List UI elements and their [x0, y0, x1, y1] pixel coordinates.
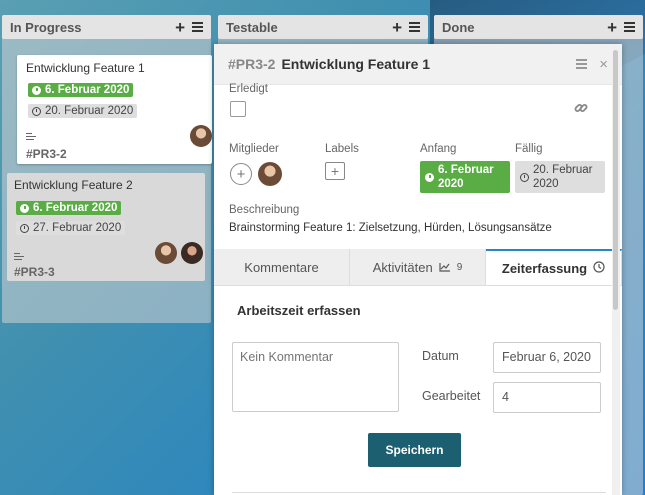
card-title: Entwicklung Feature 1 [26, 61, 145, 75]
date-input[interactable]: Februar 6, 2020 [493, 342, 601, 373]
add-member-button[interactable]: + [230, 163, 252, 185]
tab-comments[interactable]: Kommentare [214, 249, 350, 285]
done-checkbox[interactable] [230, 101, 246, 117]
description-icon [26, 131, 36, 142]
list-header: Testable + [218, 15, 428, 39]
description-icon [14, 251, 24, 262]
list-menu-icon[interactable] [192, 20, 203, 34]
tab-label: Kommentare [244, 259, 319, 275]
save-button-label: Speichern [385, 443, 444, 457]
comment-textarea[interactable] [232, 342, 399, 412]
clock-icon [32, 106, 41, 116]
tab-label: Aktivitäten [372, 259, 433, 275]
card-detail-id: #PR3-2 [228, 56, 276, 72]
start-date-badge: 6. Februar 2020 [16, 201, 122, 215]
clock-icon [593, 260, 605, 276]
card-pr3-2[interactable]: Entwicklung Feature 1 6. Februar 2020 20… [17, 55, 212, 164]
start-date-text: 6. Februar 2020 [45, 84, 130, 96]
clock-icon [20, 223, 29, 233]
card-detail-panel: #PR3-2 Entwicklung Feature 1 × Erledigt … [214, 44, 622, 495]
start-date-value: 6. Februar 2020 [438, 164, 494, 190]
add-label-button[interactable]: + [325, 162, 345, 180]
done-label: Erledigt [229, 83, 268, 95]
member-avatar [190, 125, 212, 147]
card-detail-title[interactable]: Entwicklung Feature 1 [281, 56, 430, 72]
date-input-value: Februar 6, 2020 [502, 350, 591, 364]
date-label: Datum [422, 349, 459, 363]
worked-input-value: 4 [502, 390, 509, 404]
time-tracking-heading: Arbeitszeit erfassen [237, 303, 361, 318]
card-title: Entwicklung Feature 2 [14, 178, 133, 192]
add-card-icon[interactable]: + [175, 19, 185, 36]
tab-activities[interactable]: Aktivitäten 9 [350, 249, 486, 285]
due-date-text: 20. Februar 2020 [45, 105, 134, 117]
link-icon[interactable] [573, 100, 589, 119]
card-id: #PR3-2 [26, 147, 67, 161]
start-date-text: 6. Februar 2020 [33, 202, 118, 214]
list-title: In Progress [10, 19, 82, 35]
list-title: Done [442, 19, 475, 35]
labels-label: Labels [325, 143, 359, 155]
member-avatar [155, 242, 177, 264]
due-date-badge: 27. Februar 2020 [16, 221, 126, 235]
description-label: Beschreibung [229, 204, 300, 216]
tab-label: Zeiterfassung [501, 260, 588, 276]
add-card-icon[interactable]: + [392, 19, 402, 36]
close-icon[interactable]: × [599, 56, 608, 73]
clock-icon [32, 85, 41, 95]
chart-icon [439, 260, 451, 275]
due-date-value: 20. Februar 2020 [533, 164, 593, 190]
add-card-icon[interactable]: + [607, 19, 617, 36]
member-avatar [181, 242, 203, 264]
scrollbar-thumb[interactable] [613, 50, 618, 310]
save-button[interactable]: Speichern [368, 433, 461, 467]
list-title: Testable [226, 19, 278, 35]
divider [232, 492, 606, 493]
card-menu-icon[interactable] [576, 57, 588, 71]
worked-label: Gearbeitet [422, 389, 481, 403]
card-id: #PR3-3 [14, 265, 55, 279]
start-label: Anfang [420, 143, 457, 155]
due-date-badge: 20. Februar 2020 [28, 104, 138, 118]
list-header: In Progress + [2, 15, 211, 39]
members-label: Mitglieder [229, 143, 279, 155]
due-date-button[interactable]: 20. Februar 2020 [515, 161, 605, 193]
activities-count: 9 [456, 261, 463, 273]
list-header: Done + [434, 15, 643, 39]
due-label: Fällig [515, 143, 543, 155]
member-avatar[interactable] [258, 162, 282, 186]
card-detail-header: #PR3-2 Entwicklung Feature 1 × [214, 44, 622, 85]
list-menu-icon[interactable] [409, 20, 420, 34]
tab-time-tracking[interactable]: Zeiterfassung [486, 249, 622, 285]
description-text[interactable]: Brainstorming Feature 1: Zielsetzung, Hü… [229, 222, 552, 234]
panel-scrollbar[interactable] [612, 44, 620, 495]
due-date-text: 27. Februar 2020 [33, 222, 122, 234]
clock-icon [425, 163, 434, 191]
clock-icon [520, 163, 529, 191]
clock-icon [20, 203, 29, 213]
list-menu-icon[interactable] [624, 20, 635, 34]
card-pr3-3[interactable]: Entwicklung Feature 2 6. Februar 2020 27… [7, 173, 205, 281]
detail-tabs: Kommentare Aktivitäten 9 Zeiterfassung [214, 249, 622, 286]
start-date-badge: 6. Februar 2020 [28, 83, 134, 97]
worked-input[interactable]: 4 [493, 382, 601, 413]
start-date-button[interactable]: 6. Februar 2020 [420, 161, 510, 193]
